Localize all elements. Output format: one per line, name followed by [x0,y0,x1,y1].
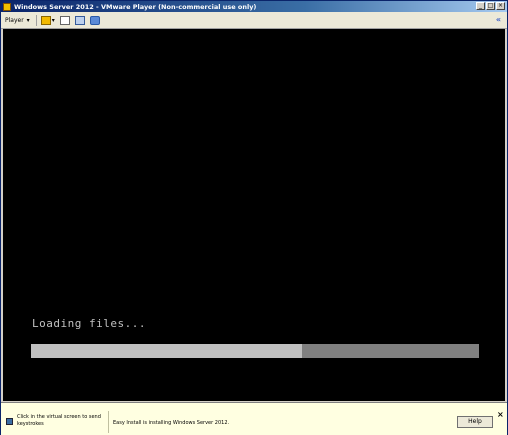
loading-progress-bar [31,344,479,358]
keystroke-hint-text: Click in the virtual screen to send keys… [17,414,101,427]
player-menu-label: Player [5,16,24,24]
virtual-machine-screen[interactable]: Loading files... [3,29,505,401]
install-status-text: Easy Install is installing Windows Serve… [113,420,230,426]
vmware-player-window: Windows Server 2012 - VMware Player (Non… [0,0,508,435]
window-title: Windows Server 2012 - VMware Player (Non… [14,2,257,11]
keyboard-hint-icon [6,418,13,425]
toolbar: Player ▾ ▾ « [1,12,507,29]
network-adapter-icon[interactable] [59,15,70,25]
pause-dropdown-icon[interactable]: ▾ [52,17,55,24]
close-button[interactable]: × [496,2,505,10]
loading-progress-fill [31,344,303,358]
pause-icon[interactable] [40,15,51,25]
toolbar-separator [35,14,37,26]
message-bar: Click in the virtual screen to send keys… [1,402,507,435]
player-menu-button[interactable]: Player ▾ [5,17,30,24]
title-bar[interactable]: Windows Server 2012 - VMware Player (Non… [1,1,507,12]
maximize-button[interactable]: □ [486,2,495,10]
chevron-down-icon: ▾ [26,16,30,24]
window-controls: _ □ × [476,2,505,10]
message-separator [108,411,109,433]
minimize-button[interactable]: _ [476,2,485,10]
help-button[interactable]: Help [457,416,493,428]
close-message-icon[interactable]: × [497,410,504,419]
unity-icon[interactable] [89,15,100,25]
collapse-toolbar-icon[interactable]: « [496,15,501,24]
full-screen-icon[interactable] [74,15,85,25]
loading-files-text: Loading files... [32,317,146,330]
vmware-app-icon [3,2,11,11]
